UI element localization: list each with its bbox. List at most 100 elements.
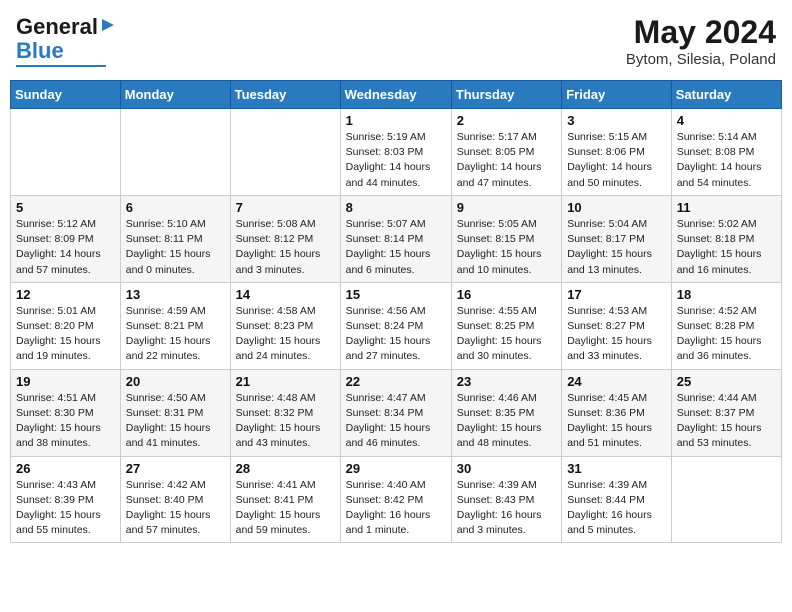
title-section: May 2024 Bytom, Silesia, Poland <box>626 14 776 68</box>
day-info: Sunrise: 4:46 AM Sunset: 8:35 PM Dayligh… <box>457 391 556 452</box>
weekday-header-wednesday: Wednesday <box>340 81 451 109</box>
day-number: 19 <box>16 374 115 389</box>
weekday-header-row: SundayMondayTuesdayWednesdayThursdayFrid… <box>11 81 782 109</box>
day-info: Sunrise: 4:40 AM Sunset: 8:42 PM Dayligh… <box>346 478 446 539</box>
calendar-week-3: 12 Sunrise: 5:01 AM Sunset: 8:20 PM Dayli… <box>11 282 782 369</box>
calendar-cell: 23 Sunrise: 4:46 AM Sunset: 8:35 PM Dayli… <box>451 369 561 456</box>
day-info: Sunrise: 4:56 AM Sunset: 8:24 PM Dayligh… <box>346 304 446 365</box>
calendar-cell: 21 Sunrise: 4:48 AM Sunset: 8:32 PM Dayli… <box>230 369 340 456</box>
day-number: 18 <box>677 287 776 302</box>
day-number: 4 <box>677 113 776 128</box>
day-number: 15 <box>346 287 446 302</box>
logo-general: General <box>16 14 98 40</box>
weekday-header-tuesday: Tuesday <box>230 81 340 109</box>
day-info: Sunrise: 4:45 AM Sunset: 8:36 PM Dayligh… <box>567 391 666 452</box>
day-info: Sunrise: 5:02 AM Sunset: 8:18 PM Dayligh… <box>677 217 776 278</box>
calendar-cell: 26 Sunrise: 4:43 AM Sunset: 8:39 PM Dayli… <box>11 456 121 543</box>
calendar-week-5: 26 Sunrise: 4:43 AM Sunset: 8:39 PM Dayli… <box>11 456 782 543</box>
logo-arrow-icon <box>100 17 116 38</box>
day-info: Sunrise: 4:44 AM Sunset: 8:37 PM Dayligh… <box>677 391 776 452</box>
page-header: General Blue May 2024 Bytom, Silesia, Po… <box>10 10 782 72</box>
calendar-cell: 17 Sunrise: 4:53 AM Sunset: 8:27 PM Dayli… <box>562 282 672 369</box>
day-info: Sunrise: 4:47 AM Sunset: 8:34 PM Dayligh… <box>346 391 446 452</box>
day-info: Sunrise: 4:51 AM Sunset: 8:30 PM Dayligh… <box>16 391 115 452</box>
day-number: 6 <box>126 200 225 215</box>
day-info: Sunrise: 5:04 AM Sunset: 8:17 PM Dayligh… <box>567 217 666 278</box>
weekday-header-friday: Friday <box>562 81 672 109</box>
day-number: 24 <box>567 374 666 389</box>
day-number: 1 <box>346 113 446 128</box>
calendar-cell <box>11 109 121 196</box>
day-number: 21 <box>236 374 335 389</box>
calendar-cell: 7Sunrise: 5:08 AM Sunset: 8:12 PM Daylig… <box>230 195 340 282</box>
calendar-cell: 8 Sunrise: 5:07 AM Sunset: 8:14 PM Daylig… <box>340 195 451 282</box>
calendar-week-2: 5Sunrise: 5:12 AM Sunset: 8:09 PM Daylig… <box>11 195 782 282</box>
day-number: 20 <box>126 374 225 389</box>
day-info: Sunrise: 4:59 AM Sunset: 8:21 PM Dayligh… <box>126 304 225 365</box>
weekday-header-monday: Monday <box>120 81 230 109</box>
day-info: Sunrise: 5:17 AM Sunset: 8:05 PM Dayligh… <box>457 130 556 191</box>
day-number: 17 <box>567 287 666 302</box>
day-info: Sunrise: 5:08 AM Sunset: 8:12 PM Dayligh… <box>236 217 335 278</box>
day-number: 26 <box>16 461 115 476</box>
calendar-cell: 28 Sunrise: 4:41 AM Sunset: 8:41 PM Dayli… <box>230 456 340 543</box>
day-number: 2 <box>457 113 556 128</box>
day-number: 12 <box>16 287 115 302</box>
day-info: Sunrise: 5:01 AM Sunset: 8:20 PM Dayligh… <box>16 304 115 365</box>
day-info: Sunrise: 4:39 AM Sunset: 8:44 PM Dayligh… <box>567 478 666 539</box>
day-info: Sunrise: 5:10 AM Sunset: 8:11 PM Dayligh… <box>126 217 225 278</box>
day-info: Sunrise: 4:50 AM Sunset: 8:31 PM Dayligh… <box>126 391 225 452</box>
calendar-cell: 20 Sunrise: 4:50 AM Sunset: 8:31 PM Dayli… <box>120 369 230 456</box>
calendar-cell: 10 Sunrise: 5:04 AM Sunset: 8:17 PM Dayli… <box>562 195 672 282</box>
day-number: 31 <box>567 461 666 476</box>
calendar-cell: 22 Sunrise: 4:47 AM Sunset: 8:34 PM Dayli… <box>340 369 451 456</box>
day-info: Sunrise: 5:19 AM Sunset: 8:03 PM Dayligh… <box>346 130 446 191</box>
calendar-cell: 15 Sunrise: 4:56 AM Sunset: 8:24 PM Dayli… <box>340 282 451 369</box>
day-number: 13 <box>126 287 225 302</box>
calendar-cell: 9Sunrise: 5:05 AM Sunset: 8:15 PM Daylig… <box>451 195 561 282</box>
weekday-header-saturday: Saturday <box>671 81 781 109</box>
day-info: Sunrise: 4:53 AM Sunset: 8:27 PM Dayligh… <box>567 304 666 365</box>
day-info: Sunrise: 4:55 AM Sunset: 8:25 PM Dayligh… <box>457 304 556 365</box>
logo: General Blue <box>16 14 116 67</box>
day-info: Sunrise: 5:07 AM Sunset: 8:14 PM Dayligh… <box>346 217 446 278</box>
day-info: Sunrise: 4:58 AM Sunset: 8:23 PM Dayligh… <box>236 304 335 365</box>
calendar-cell: 30Sunrise: 4:39 AM Sunset: 8:43 PM Dayli… <box>451 456 561 543</box>
calendar-cell: 16 Sunrise: 4:55 AM Sunset: 8:25 PM Dayli… <box>451 282 561 369</box>
logo-underline <box>16 65 106 67</box>
calendar-cell: 3 Sunrise: 5:15 AM Sunset: 8:06 PM Daylig… <box>562 109 672 196</box>
day-number: 29 <box>346 461 446 476</box>
day-info: Sunrise: 5:15 AM Sunset: 8:06 PM Dayligh… <box>567 130 666 191</box>
main-title: May 2024 <box>626 14 776 51</box>
day-number: 10 <box>567 200 666 215</box>
calendar-cell <box>671 456 781 543</box>
day-number: 11 <box>677 200 776 215</box>
calendar-cell: 29 Sunrise: 4:40 AM Sunset: 8:42 PM Dayli… <box>340 456 451 543</box>
calendar-week-1: 1 Sunrise: 5:19 AM Sunset: 8:03 PM Daylig… <box>11 109 782 196</box>
calendar-cell: 12 Sunrise: 5:01 AM Sunset: 8:20 PM Dayli… <box>11 282 121 369</box>
day-number: 28 <box>236 461 335 476</box>
calendar-cell: 5Sunrise: 5:12 AM Sunset: 8:09 PM Daylig… <box>11 195 121 282</box>
day-info: Sunrise: 4:43 AM Sunset: 8:39 PM Dayligh… <box>16 478 115 539</box>
day-number: 8 <box>346 200 446 215</box>
calendar-header: SundayMondayTuesdayWednesdayThursdayFrid… <box>11 81 782 109</box>
day-number: 23 <box>457 374 556 389</box>
day-number: 25 <box>677 374 776 389</box>
calendar-cell: 27Sunrise: 4:42 AM Sunset: 8:40 PM Dayli… <box>120 456 230 543</box>
calendar-cell: 19 Sunrise: 4:51 AM Sunset: 8:30 PM Dayli… <box>11 369 121 456</box>
weekday-header-sunday: Sunday <box>11 81 121 109</box>
weekday-header-thursday: Thursday <box>451 81 561 109</box>
day-number: 22 <box>346 374 446 389</box>
day-info: Sunrise: 4:41 AM Sunset: 8:41 PM Dayligh… <box>236 478 335 539</box>
calendar-cell: 24 Sunrise: 4:45 AM Sunset: 8:36 PM Dayli… <box>562 369 672 456</box>
calendar-cell: 14Sunrise: 4:58 AM Sunset: 8:23 PM Dayli… <box>230 282 340 369</box>
calendar-body: 1 Sunrise: 5:19 AM Sunset: 8:03 PM Daylig… <box>11 109 782 543</box>
calendar-cell: 31 Sunrise: 4:39 AM Sunset: 8:44 PM Dayli… <box>562 456 672 543</box>
day-number: 5 <box>16 200 115 215</box>
day-number: 16 <box>457 287 556 302</box>
day-number: 3 <box>567 113 666 128</box>
day-info: Sunrise: 5:14 AM Sunset: 8:08 PM Dayligh… <box>677 130 776 191</box>
calendar-table: SundayMondayTuesdayWednesdayThursdayFrid… <box>10 80 782 543</box>
calendar-cell <box>230 109 340 196</box>
day-info: Sunrise: 4:48 AM Sunset: 8:32 PM Dayligh… <box>236 391 335 452</box>
